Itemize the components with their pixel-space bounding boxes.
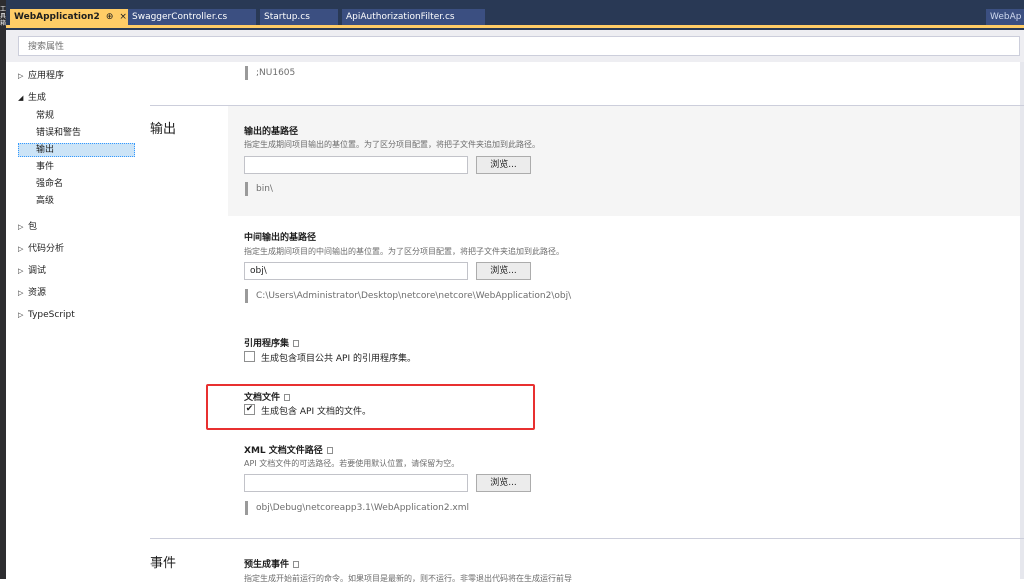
expand-arrow-icon[interactable]: ▷ [18,286,28,300]
expand-arrow-icon[interactable]: ▷ [18,264,28,278]
info-icon[interactable] [293,561,300,568]
output-base-resolved: bin\ [245,182,273,196]
documentation-file-checkbox[interactable]: ✔ [244,404,255,415]
section-events-label: 事件 [150,556,177,571]
reference-assembly-title: 引用程序集 [244,336,300,349]
documentation-file-label: 生成包含 API 文档的文件。 [261,407,371,417]
output-base-title: 输出的基路径 [244,127,299,137]
nav-item-code-analysis[interactable]: ▷ 代码分析 [18,242,64,256]
intermediate-desc: 指定生成期间项目的中间输出的基位置。为了区分项目配置，将把子文件夹追加到此路径。 [244,247,564,256]
nav-sub-advanced[interactable]: 高级 [36,194,54,208]
tab-label: WebApplication2 [14,12,100,22]
previous-field-value: ;NU1605 [245,66,295,80]
tab-label: SwaggerController.cs [132,12,228,22]
expand-arrow-icon[interactable]: ▷ [18,69,28,83]
tab-apiauthorizationfilter[interactable]: ApiAuthorizationFilter.cs [342,9,485,25]
collapse-arrow-icon[interactable]: ◢ [18,91,28,105]
output-base-path-input[interactable] [244,156,468,174]
section-divider [150,538,1024,539]
tab-overflow-webapplication[interactable]: WebAp [986,9,1024,25]
nav-item-build[interactable]: ◢ 生成 [18,91,46,105]
tab-label: Startup.cs [264,12,310,22]
nav-item-application[interactable]: ▷ 应用程序 [18,69,64,83]
expand-arrow-icon[interactable]: ▷ [18,308,28,322]
active-tab-underline [6,25,1024,28]
xml-doc-path-title: XML 文档文件路径 [244,443,333,456]
intermediate-browse-button[interactable]: 浏览... [476,262,531,280]
reference-assembly-label: 生成包含项目公共 API 的引用程序集。 [261,354,416,364]
nav-sub-errors-warnings[interactable]: 错误和警告 [36,126,81,140]
output-base-browse-button[interactable]: 浏览... [476,156,531,174]
pin-icon[interactable]: ⊕ [106,12,114,22]
nav-item-package[interactable]: ▷ 包 [18,220,37,234]
search-input[interactable]: 搜索属性 [18,36,1020,56]
tab-swaggercontroller[interactable]: SwaggerController.cs [128,9,256,25]
info-icon[interactable] [326,447,333,454]
nav-sub-general[interactable]: 常规 [36,109,54,123]
xml-doc-path-input[interactable] [244,474,468,492]
expand-arrow-icon[interactable]: ▷ [18,220,28,234]
tab-webapplication2[interactable]: WebApplication2 ⊕ × [10,9,128,25]
info-icon[interactable] [284,394,291,401]
close-icon[interactable]: × [119,12,127,22]
pre-build-title: 预生成事件 [244,557,300,570]
nav-item-resources[interactable]: ▷ 资源 [18,286,46,300]
nav-sub-strong-name[interactable]: 强命名 [36,177,63,191]
documentation-file-title: 文档文件 [244,390,291,403]
search-area: 搜索属性 [6,30,1024,62]
tab-label: ApiAuthorizationFilter.cs [346,12,455,22]
nav-item-typescript[interactable]: ▷ TypeScript [18,308,75,322]
intermediate-path-input[interactable]: obj\ [244,262,468,280]
right-scroll-strip[interactable] [1020,62,1024,579]
nav-item-debug[interactable]: ▷ 调试 [18,264,46,278]
section-output-label: 输出 [150,122,177,137]
intermediate-title: 中间输出的基路径 [244,233,317,243]
output-base-desc: 指定生成期间项目输出的基位置。为了区分项目配置，将把子文件夹追加到此路径。 [244,140,540,149]
xml-doc-path-resolved: obj\Debug\netcoreapp3.1\WebApplication2.… [245,501,469,515]
tab-startup[interactable]: Startup.cs [260,9,338,25]
property-nav: ▷ 应用程序 ◢ 生成 常规 错误和警告 输出 事件 强命名 高级 ▷ 包 ▷ 代码分析… [6,62,136,579]
xml-doc-path-desc: API 文档文件的可选路径。若要使用默认位置，请保留为空。 [244,459,460,468]
nav-sub-events[interactable]: 事件 [36,160,54,174]
expand-arrow-icon[interactable]: ▷ [18,242,28,256]
intermediate-resolved: C:\Users\Administrator\Desktop\netcore\n… [245,289,571,303]
info-icon[interactable] [293,340,300,347]
xml-doc-path-browse-button[interactable]: 浏览... [476,474,531,492]
reference-assembly-checkbox[interactable] [244,351,255,362]
nav-sub-output[interactable]: 输出 [36,143,54,157]
